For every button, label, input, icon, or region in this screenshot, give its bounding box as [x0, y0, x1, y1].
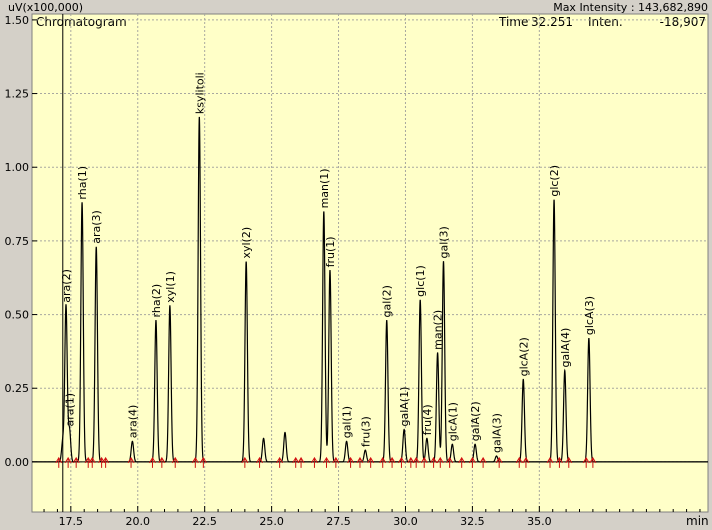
peak-label: galA(2) [469, 401, 482, 441]
y-tick-label: 1.25 [5, 88, 30, 101]
peak-label: xyl(2) [240, 227, 253, 259]
x-tick-label: 27.5 [326, 515, 351, 528]
peak-label: glc(2) [548, 165, 561, 197]
max-intensity-label: Max Intensity : 143,682,890 [553, 1, 708, 14]
peak-label: rha(2) [150, 284, 163, 318]
panel-title: Chromatogram [36, 15, 127, 29]
x-tick-label: 22.5 [192, 515, 217, 528]
y-tick-label: 1.50 [5, 14, 30, 27]
peak-label: glc(1) [414, 265, 427, 297]
peak-label: galA(4) [559, 328, 572, 368]
peak-label: gal(2) [381, 285, 394, 317]
x-tick-label: 17.5 [59, 515, 84, 528]
peak-label: fru(3) [359, 416, 372, 447]
y-tick-label: 0.25 [5, 382, 30, 395]
y-tick-label: 0.75 [5, 235, 30, 248]
peak-label: galA(1) [398, 387, 411, 427]
peak-label: glcA(2) [517, 337, 530, 376]
y-tick-label: 0.50 [5, 309, 30, 322]
peak-label: glcA(1) [446, 402, 459, 441]
time-label: Time [498, 15, 528, 29]
inten-label: Inten. [588, 15, 623, 29]
time-value: 32.251 [531, 15, 573, 29]
peak-label: man(2) [432, 310, 445, 350]
peak-label: gal(3) [437, 226, 450, 258]
x-axis-unit: min [686, 514, 709, 528]
x-tick-label: 20.0 [126, 515, 151, 528]
x-tick-label: 25.0 [259, 515, 284, 528]
peak-label: ara(3) [90, 210, 103, 244]
y-unit-label: uV(x100,000) [8, 1, 83, 14]
peak-label: ara(4) [126, 405, 139, 439]
y-tick-label: 0.00 [5, 456, 30, 469]
inten-value: -18,907 [660, 15, 706, 29]
peak-label: ara(1) [63, 393, 76, 427]
peak-label: rha(1) [76, 166, 89, 200]
peak-label: ksylitoli [193, 72, 206, 114]
peak-label: ara(2) [60, 269, 73, 303]
peak-label: man(1) [318, 168, 331, 208]
x-tick-label: 32.5 [460, 515, 485, 528]
peak-label: galA(3) [490, 413, 503, 453]
peak-label: fru(1) [324, 236, 337, 267]
peak-label: xyl(1) [164, 271, 177, 303]
x-tick-label: 30.0 [393, 515, 418, 528]
peak-label: glcA(3) [583, 296, 596, 335]
peak-label: fru(4) [421, 404, 434, 435]
y-tick-label: 1.00 [5, 161, 30, 174]
peak-label: gal(1) [341, 406, 354, 438]
chromatogram-chart: uV(x100,000) Max Intensity : 143,682,890… [0, 0, 712, 530]
x-tick-label: 35.0 [527, 515, 552, 528]
